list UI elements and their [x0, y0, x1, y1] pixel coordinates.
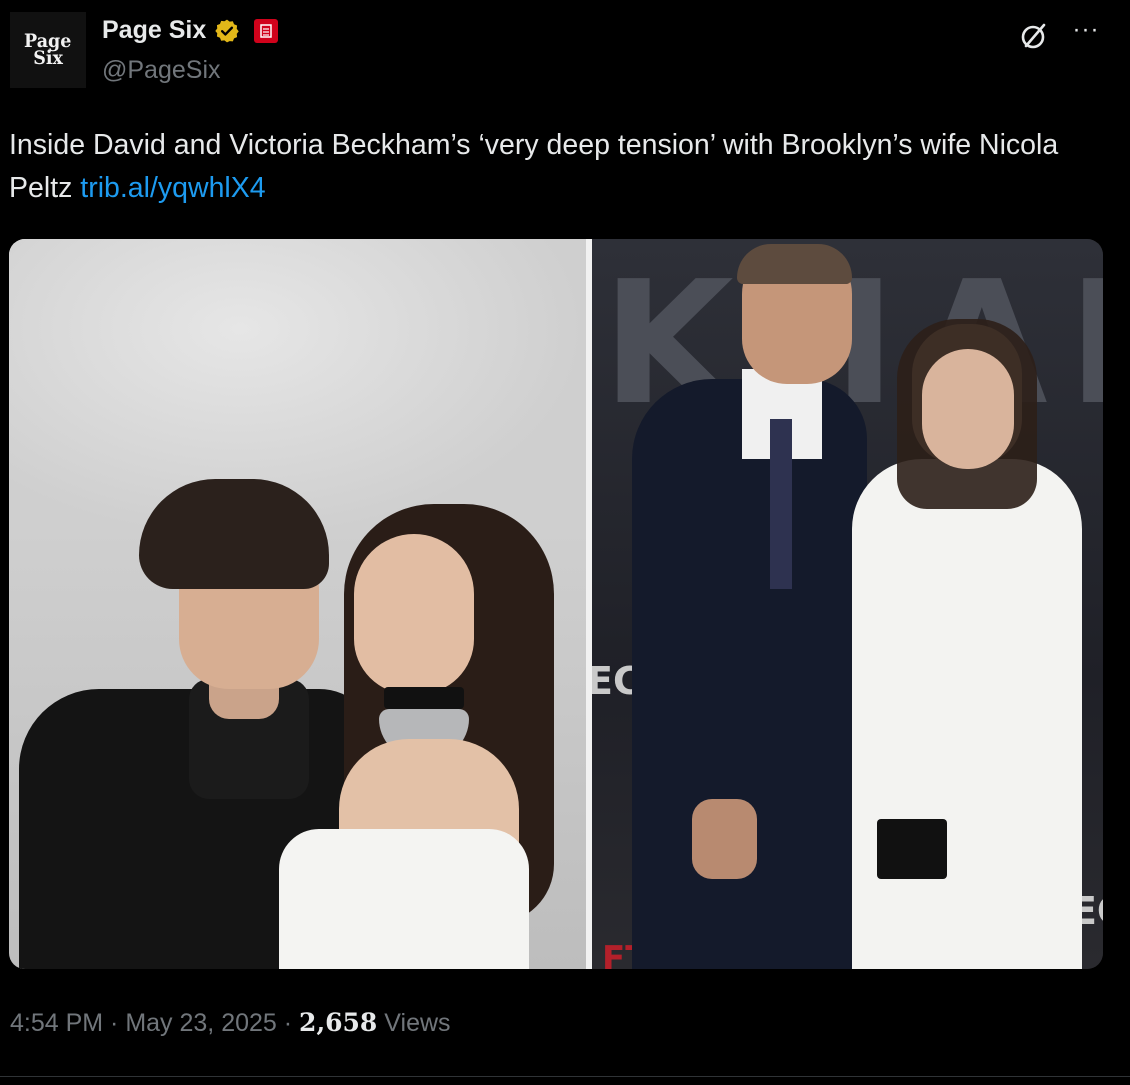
tweet-footer: 4:54 PM · May 23, 2025 · 2,658 Views — [10, 1008, 451, 1038]
author-row: Page Six — [102, 16, 279, 45]
tweet-date[interactable]: May 23, 2025 — [125, 1009, 277, 1037]
handle[interactable]: @PageSix — [102, 56, 221, 85]
tweet-time[interactable]: 4:54 PM — [10, 1009, 103, 1037]
display-name[interactable]: Page Six — [102, 16, 206, 45]
separator: · — [103, 1009, 126, 1037]
divider — [0, 1076, 1130, 1077]
views-label: Views — [377, 1009, 451, 1037]
tweet-link[interactable]: trib.al/yqwhlX4 — [80, 172, 265, 204]
tweet-text: Inside David and Victoria Beckham’s ‘ver… — [9, 124, 1109, 210]
views-count[interactable]: 2,658 — [299, 1008, 377, 1037]
photo-right[interactable]: KHAI EC BEC FTI — [592, 239, 1103, 969]
tweet: Page Six Page Six @PageSix ··· Inside Da… — [0, 0, 1130, 1085]
tweet-media[interactable]: KHAI EC BEC FTI — [9, 239, 1103, 969]
verified-badge-icon[interactable] — [214, 18, 240, 44]
separator: · — [276, 1009, 300, 1037]
grok-icon[interactable] — [1018, 20, 1050, 52]
more-icon[interactable]: ··· — [1066, 18, 1106, 50]
avatar-line2: Six — [33, 47, 63, 69]
avatar[interactable]: Page Six — [10, 12, 86, 88]
affiliate-badge-icon[interactable] — [254, 18, 279, 43]
photo-left[interactable] — [9, 239, 586, 969]
